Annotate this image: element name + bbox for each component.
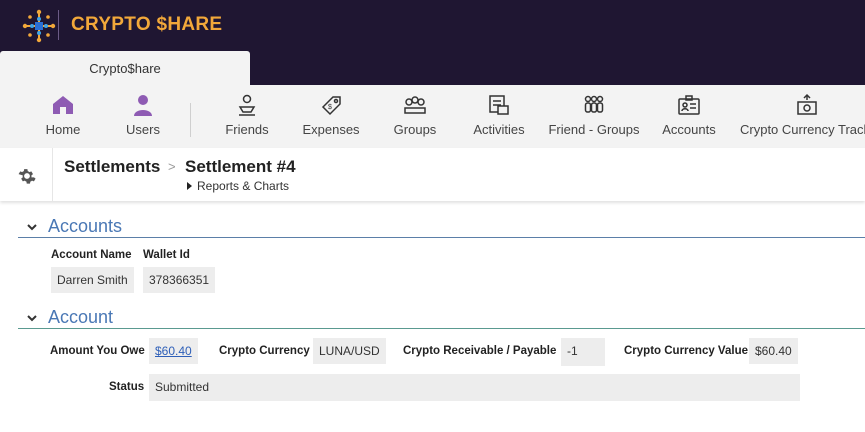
brand-logo-icon <box>22 9 56 43</box>
chevron-down-icon <box>27 224 37 231</box>
accounts-section-title: Accounts <box>48 216 123 236</box>
nav-expenses[interactable]: $ Expenses <box>300 93 362 143</box>
receivable-payable-label: Crypto Receivable / Payable <box>403 345 557 357</box>
nav-groups[interactable]: Groups <box>390 93 440 143</box>
tab-label: Crypto$hare <box>89 61 161 76</box>
groups-icon <box>404 96 426 114</box>
nav-accounts-label: Accounts <box>662 122 716 137</box>
home-icon <box>53 96 73 114</box>
crypto-currency-value-amount: $60.40 <box>749 338 798 364</box>
crypto-currency-label: Crypto Currency <box>219 345 310 357</box>
page-title: Settlement #4 <box>185 157 296 176</box>
nav-activities[interactable]: Activities <box>470 93 528 143</box>
nav-crypto-tracker-label: Crypto Currency Track <box>740 122 865 137</box>
accounts-section-header[interactable]: Accounts <box>18 216 865 238</box>
nav-home-label: Home <box>45 122 81 137</box>
wallet-id-value: 378366351 <box>143 267 216 293</box>
gear-icon[interactable] <box>17 166 37 186</box>
receivable-payable-value: -1 <box>561 338 605 366</box>
nav-friends[interactable]: Friends <box>222 93 272 143</box>
nav-groups-label: Groups <box>393 122 437 137</box>
page-header: Settlements > Settlement #4 Reports & Ch… <box>0 148 865 201</box>
activities-icon <box>489 95 509 115</box>
breadcrumb-separator: > <box>168 159 176 174</box>
nav-friends-label: Friends <box>225 122 269 137</box>
brand-divider <box>58 10 59 40</box>
nav-toolbar: Home Users Friends $ Expenses Groups Act… <box>0 85 865 148</box>
nav-users-label: Users <box>126 122 160 137</box>
nav-home[interactable]: Home <box>38 93 88 143</box>
nav-divider <box>190 103 191 137</box>
status-label: Status <box>109 381 145 393</box>
header-divider <box>52 148 53 201</box>
nav-activities-label: Activities <box>473 122 525 137</box>
brand-name: CRYPTO $HARE <box>71 14 223 35</box>
wallet-id-header: Wallet Id <box>143 249 190 261</box>
status-value: Submitted <box>149 374 800 401</box>
nav-crypto-tracker[interactable]: Crypto Currency Track <box>740 93 865 143</box>
account-name-value: Darren Smith <box>51 267 134 293</box>
breadcrumb-settlements[interactable]: Settlements <box>64 157 160 177</box>
user-icon <box>134 95 152 116</box>
tab-cryptoshare[interactable]: Crypto$hare <box>0 51 250 86</box>
crypto-currency-value: LUNA/USD <box>313 338 386 364</box>
currency-tracker-icon <box>797 93 817 115</box>
account-name-header: Account Name <box>51 249 132 261</box>
friends-icon <box>238 94 256 116</box>
amount-owe-label: Amount You Owe <box>50 345 145 357</box>
crypto-currency-value-label: Crypto Currency Value <box>624 345 748 357</box>
friend-groups-icon <box>584 95 604 113</box>
nav-expenses-label: Expenses <box>302 122 360 137</box>
amount-owe-value: $60.40 <box>149 338 198 364</box>
nav-users[interactable]: Users <box>118 93 168 143</box>
nav-friend-groups[interactable]: Friend - Groups <box>548 93 640 143</box>
expense-tag-icon: $ <box>321 96 341 116</box>
accounts-card-icon <box>678 95 700 115</box>
reports-charts-link[interactable]: Reports & Charts <box>187 179 289 193</box>
account-section-title: Account <box>48 307 114 327</box>
nav-friend-groups-label: Friend - Groups <box>548 122 640 137</box>
chevron-down-icon <box>27 315 37 322</box>
brand-bar: CRYPTO $HARE <box>0 0 865 51</box>
amount-owe-link[interactable]: $60.40 <box>155 344 192 358</box>
reports-charts-label: Reports & Charts <box>197 179 290 193</box>
nav-accounts[interactable]: Accounts <box>660 93 718 143</box>
svg-text:$: $ <box>328 104 332 111</box>
account-section-header[interactable]: Account <box>18 307 865 329</box>
caret-right-icon <box>187 182 192 190</box>
